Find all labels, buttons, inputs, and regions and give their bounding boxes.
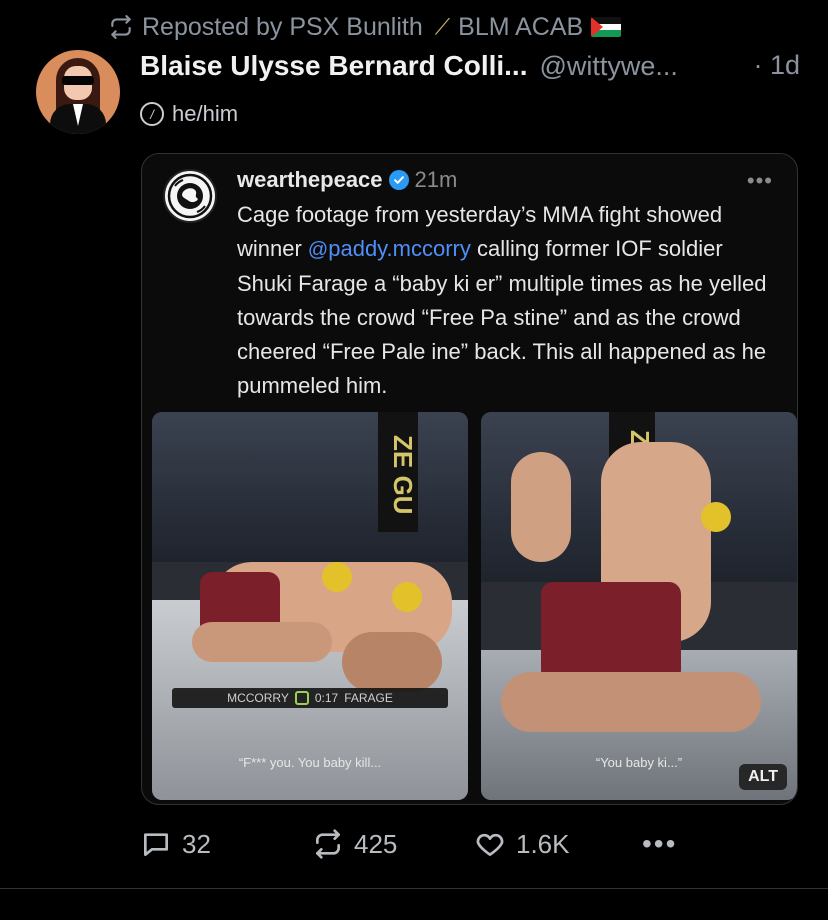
reply-count: 32 [182, 828, 211, 859]
embedded-caption: Cage footage from yesterday’s MMA fight … [237, 198, 777, 403]
author-handle[interactable]: @wittywe... [540, 51, 678, 82]
alt-text-button[interactable]: ALT [739, 764, 787, 790]
repost-label: Reposted by PSX Bunlith [142, 12, 423, 41]
post-header: Blaise Ulysse Bernard Colli... @wittywe.… [140, 44, 800, 88]
media-image-1[interactable]: ZE GU MCCORRY 0:17 FARAGE “F*** you. You… [152, 412, 468, 800]
author-display-name[interactable]: Blaise Ulysse Bernard Colli... [140, 50, 528, 82]
mention-link[interactable]: @paddy.mccorry [308, 236, 471, 261]
embedded-more-icon[interactable]: ••• [747, 168, 773, 194]
embedded-avatar[interactable] [163, 169, 217, 223]
reply-icon [144, 833, 168, 856]
embedded-post[interactable]: wearthepeace 21m ••• Cage footage from y… [141, 153, 798, 805]
repost-count: 425 [354, 828, 398, 859]
repost-attribution[interactable]: Reposted by PSX Bunlith ⟋ BLM ACAB [108, 10, 622, 44]
scoreboard-right-name: FARAGE [344, 691, 393, 705]
instagram-at-icon: @ [307, 239, 329, 261]
scoreboard: MCCORRY 0:17 FARAGE [172, 688, 448, 708]
verified-badge-icon [388, 170, 409, 190]
heart-icon [476, 833, 504, 856]
repost-icon [111, 15, 131, 39]
reply-button[interactable]: 32 [140, 822, 211, 866]
video-subtitle-1: “F*** you. You baby kill... [238, 755, 382, 770]
media-image-2[interactable]: ZE C “You baby ki...” ALT [481, 412, 797, 800]
embedded-username[interactable]: wearthepeace [237, 167, 383, 193]
mention-text: paddy.mccorry [328, 236, 471, 261]
more-options-button[interactable]: ••• [642, 822, 677, 866]
like-button[interactable]: 1.6K [474, 822, 570, 866]
author-avatar[interactable] [36, 50, 120, 134]
repost-icon [316, 829, 340, 859]
embedded-header: wearthepeace 21m [237, 164, 457, 196]
pronoun-icon: / [140, 102, 164, 126]
post-actions: 32 425 1.6K ••• [140, 822, 700, 866]
post-timestamp[interactable]: · 1d [753, 50, 800, 81]
pronouns-text: he/him [172, 101, 239, 126]
scoreboard-clock: 0:17 [314, 691, 339, 705]
magic-wand-icon: ⟋ [434, 14, 451, 39]
embedded-timestamp: 21m [414, 167, 458, 192]
pronouns-label: / he/him [140, 98, 238, 130]
scoreboard-left-name: MCCORRY [227, 691, 289, 705]
globe-logo-icon [167, 173, 213, 219]
clock-logo-icon [294, 691, 309, 705]
cage-banner-1: ZE GU [378, 412, 418, 532]
repost-button[interactable]: 425 [312, 822, 397, 866]
like-count: 1.6K [516, 828, 570, 859]
repost-suffix: BLM ACAB [458, 12, 584, 41]
post-divider [0, 888, 828, 889]
palestine-flag-icon [591, 17, 622, 37]
